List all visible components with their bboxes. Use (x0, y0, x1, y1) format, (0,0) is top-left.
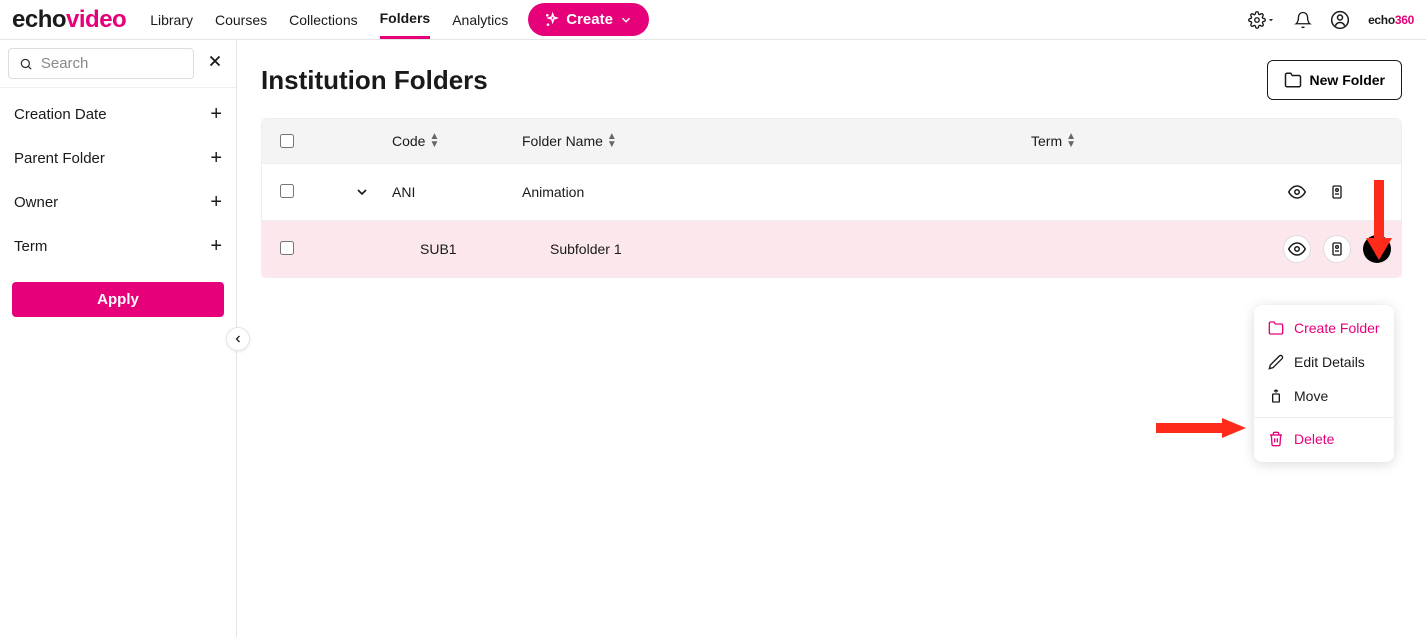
plus-icon[interactable]: + (210, 192, 222, 212)
sparkle-icon (544, 12, 560, 28)
brand-part2: video (66, 6, 126, 34)
new-folder-label: New Folder (1310, 72, 1385, 88)
col-term[interactable]: Term ▲▼ (1031, 133, 1231, 149)
col-label: Folder Name (522, 133, 603, 149)
filter-label: Parent Folder (14, 150, 105, 167)
brand-logo[interactable]: echovideo (12, 6, 126, 34)
col-label: Code (392, 133, 425, 149)
menu-label: Create Folder (1294, 320, 1380, 336)
nav-library[interactable]: Library (150, 2, 193, 38)
main-content: Institution Folders New Folder Code ▲▼ F… (237, 40, 1426, 637)
table-header: Code ▲▼ Folder Name ▲▼ Term ▲▼ (262, 119, 1401, 163)
plus-icon[interactable]: + (210, 236, 222, 256)
filter-owner[interactable]: Owner + (0, 180, 236, 224)
menu-create-folder[interactable]: Create Folder (1254, 311, 1394, 345)
menu-label: Delete (1294, 431, 1334, 447)
caret-down-icon (1266, 15, 1276, 25)
view-button[interactable] (1283, 178, 1311, 206)
menu-label: Edit Details (1294, 354, 1365, 370)
sort-icon[interactable]: ▲▼ (429, 133, 439, 149)
trash-icon (1268, 431, 1284, 447)
cell-code: SUB1 (392, 241, 522, 257)
annotation-arrow-right-icon (1156, 416, 1246, 440)
row-checkbox[interactable] (280, 241, 294, 255)
user-circle-icon (1330, 10, 1350, 30)
card-button[interactable] (1323, 178, 1351, 206)
nav-courses[interactable]: Courses (215, 2, 267, 38)
close-icon (206, 52, 224, 70)
card-button[interactable] (1323, 235, 1351, 263)
primary-nav: Library Courses Collections Folders Anal… (150, 0, 508, 39)
app-header: echovideo Library Courses Collections Fo… (0, 0, 1426, 40)
filter-list: Creation Date + Parent Folder + Owner + … (0, 88, 236, 272)
nav-collections[interactable]: Collections (289, 2, 357, 38)
apply-button[interactable]: Apply (12, 282, 224, 317)
view-button[interactable] (1283, 235, 1311, 263)
menu-label: Move (1294, 388, 1328, 404)
sort-icon[interactable]: ▲▼ (607, 133, 617, 149)
folder-icon (1284, 71, 1302, 89)
brand-small-1: echo (1368, 13, 1395, 27)
context-menu: Create Folder Edit Details Move Delete (1254, 305, 1394, 462)
filter-term[interactable]: Term + (0, 224, 236, 268)
create-button[interactable]: Create (528, 3, 649, 36)
annotation-arrow-down-icon (1364, 180, 1394, 260)
col-name[interactable]: Folder Name ▲▼ (522, 133, 1031, 149)
page-title: Institution Folders (261, 65, 488, 96)
filter-parent-folder[interactable]: Parent Folder + (0, 136, 236, 180)
menu-separator (1254, 417, 1394, 418)
col-label: Term (1031, 133, 1062, 149)
menu-edit-details[interactable]: Edit Details (1254, 345, 1394, 379)
folder-icon (1268, 320, 1284, 336)
search-row (0, 48, 236, 88)
search-box[interactable] (8, 48, 194, 79)
filter-label: Creation Date (14, 106, 107, 123)
plus-icon[interactable]: + (210, 148, 222, 168)
brand-part1: echo (12, 6, 66, 34)
eye-icon (1288, 240, 1306, 258)
gear-icon (1248, 11, 1266, 29)
folders-table: Code ▲▼ Folder Name ▲▼ Term ▲▼ ANI (261, 118, 1402, 278)
expand-toggle[interactable] (332, 184, 392, 200)
search-input[interactable] (41, 55, 183, 72)
menu-move[interactable]: Move (1254, 379, 1394, 413)
select-all-checkbox[interactable] (280, 134, 294, 148)
close-search-button[interactable] (202, 48, 228, 79)
brand-small-2: 360 (1395, 13, 1414, 27)
cell-code: ANI (392, 184, 522, 200)
account-button[interactable] (1330, 10, 1350, 30)
brand-small[interactable]: echo360 (1368, 13, 1414, 27)
sidebar: Creation Date + Parent Folder + Owner + … (0, 40, 237, 637)
filter-label: Term (14, 238, 47, 255)
new-folder-button[interactable]: New Folder (1267, 60, 1402, 100)
nav-folders[interactable]: Folders (380, 0, 431, 39)
sort-icon[interactable]: ▲▼ (1066, 133, 1076, 149)
plus-icon[interactable]: + (210, 104, 222, 124)
bell-icon (1294, 11, 1312, 29)
col-code[interactable]: Code ▲▼ (392, 133, 522, 149)
eye-icon (1288, 183, 1306, 201)
app-body: Creation Date + Parent Folder + Owner + … (0, 40, 1426, 637)
filter-creation-date[interactable]: Creation Date + (0, 92, 236, 136)
nav-analytics[interactable]: Analytics (452, 2, 508, 38)
header-right: echo360 (1248, 10, 1414, 30)
filter-label: Owner (14, 194, 58, 211)
move-icon (1268, 388, 1284, 404)
row-checkbox[interactable] (280, 184, 294, 198)
chevron-down-icon (354, 184, 370, 200)
id-card-icon (1329, 183, 1345, 201)
cell-name: Animation (522, 184, 1031, 200)
page-head: Institution Folders New Folder (261, 60, 1402, 100)
cell-name: Subfolder 1 (522, 241, 1031, 257)
notifications-button[interactable] (1294, 11, 1312, 29)
id-card-icon (1329, 240, 1345, 258)
table-row[interactable]: ANI Animation (262, 163, 1401, 220)
menu-delete[interactable]: Delete (1254, 422, 1394, 456)
settings-dropdown[interactable] (1248, 11, 1276, 29)
search-icon (19, 56, 33, 72)
pencil-icon (1268, 354, 1284, 370)
create-label: Create (566, 11, 613, 28)
table-row[interactable]: SUB1 Subfolder 1 (262, 220, 1401, 277)
chevron-down-icon (619, 13, 633, 27)
